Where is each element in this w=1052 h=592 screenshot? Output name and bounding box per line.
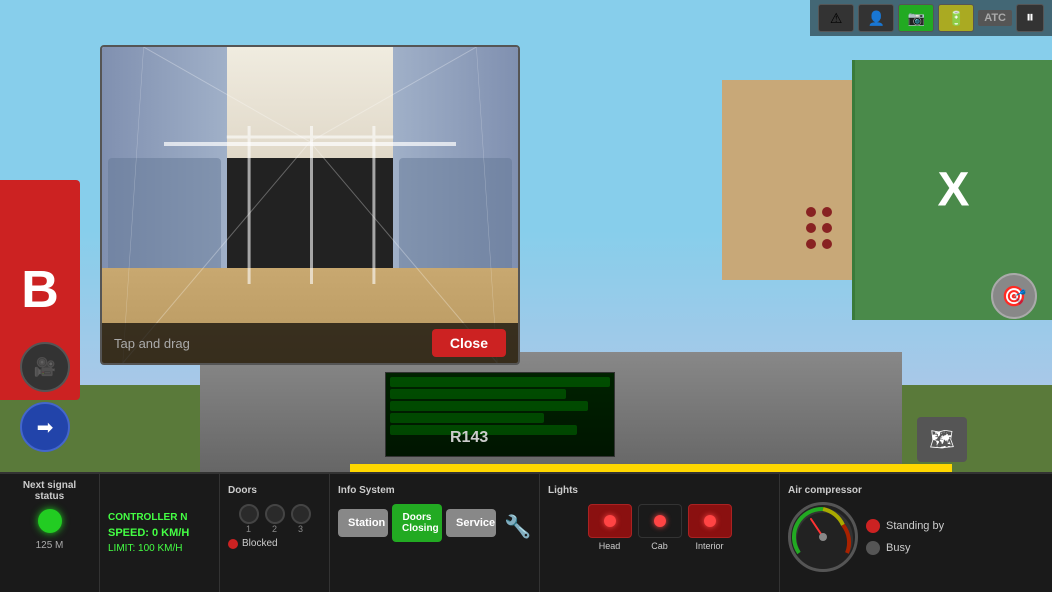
gauge-circle <box>788 502 858 572</box>
air-compressor-section: Air compressor <box>780 474 1052 592</box>
map-button[interactable]: 🗺 <box>917 417 967 462</box>
cab-light-label: Cab <box>651 541 668 551</box>
cab-light-control: Cab <box>638 504 682 551</box>
screen-content <box>386 373 614 456</box>
signal-green-light <box>38 509 62 533</box>
door-1: 1 <box>239 504 259 534</box>
head-light-label: Head <box>599 541 621 551</box>
top-bar: ⚠ 👤 📷 🔋 ATC ⏸ <box>810 0 1052 36</box>
air-compressor-title: Air compressor <box>788 485 862 496</box>
left-panel-label: B <box>21 260 59 320</box>
door-3: 3 <box>291 504 311 534</box>
door-indicators: 1 2 3 <box>228 504 321 534</box>
standing-by-row: Standing by <box>866 519 944 533</box>
tap-drag-label: Tap and drag <box>114 336 190 351</box>
popup-bottom-bar: Tap and drag Close <box>102 323 518 363</box>
air-content: Standing by Busy <box>788 502 1044 572</box>
service-button[interactable]: Service <box>446 509 496 537</box>
doors-closing-button[interactable]: Doors Closing <box>392 504 442 542</box>
busy-row: Busy <box>866 541 944 555</box>
controller-label: CONTROLLER N <box>108 512 211 523</box>
controller-section: CONTROLLER N SPEED: 0 KM/H LIMIT: 100 KM… <box>100 474 220 592</box>
cab-indicator-dots <box>806 207 832 249</box>
busy-label: Busy <box>886 542 910 554</box>
standing-by-dot <box>866 519 880 533</box>
lights-controls: Head Cab Interior <box>548 504 771 551</box>
person-icon[interactable]: 👤 <box>858 4 894 32</box>
close-popup-button[interactable]: Close <box>432 329 506 357</box>
lights-title: Lights <box>548 485 578 496</box>
interior-popup: Tap and drag Close <box>100 45 520 365</box>
blocked-indicator: Blocked <box>228 538 321 549</box>
interior-light-indicator[interactable] <box>688 504 732 538</box>
bottom-panel: Next signal status 125 M CONTROLLER N SP… <box>0 472 1052 592</box>
doors-section: Doors 1 2 3 Blocked <box>220 474 330 592</box>
doors-title: Doors <box>228 485 257 496</box>
battery-icon[interactable]: 🔋 <box>938 4 974 32</box>
blocked-label: Blocked <box>242 538 278 549</box>
air-status: Standing by Busy <box>866 519 944 555</box>
cab-light-indicator[interactable] <box>638 504 682 538</box>
busy-dot <box>866 541 880 555</box>
camera-button[interactable]: 🎥 <box>20 342 70 392</box>
navigation-icon: 🎯 <box>1002 284 1027 309</box>
head-light-indicator[interactable] <box>588 504 632 538</box>
navigation-button[interactable]: 🎯 <box>991 273 1037 319</box>
standing-by-label: Standing by <box>886 520 944 532</box>
train-id: R143 <box>450 429 488 447</box>
warning-icon[interactable]: ⚠ <box>818 4 854 32</box>
yellow-safety-line <box>350 464 952 472</box>
blocked-red-dot <box>228 539 238 549</box>
speed-display: SPEED: 0 KM/H <box>108 527 211 539</box>
camera-icon-top[interactable]: 📷 <box>898 4 934 32</box>
signal-status-title: Next signal status <box>8 480 91 502</box>
wrench-icon[interactable]: 🔧 <box>500 506 531 540</box>
train-interior-view[interactable] <box>102 47 518 363</box>
limit-display: LIMIT: 100 KM/H <box>108 543 211 554</box>
pressure-gauge <box>788 502 858 572</box>
cab-info-display <box>385 372 615 457</box>
info-system-section: Info System Station Doors Closing Servic… <box>330 474 540 592</box>
handrail-poles <box>102 47 518 363</box>
interior-light-control: Interior <box>688 504 732 551</box>
signal-status-section: Next signal status 125 M <box>0 474 100 592</box>
info-system-title: Info System <box>338 485 395 496</box>
signal-distance: 125 M <box>36 540 64 551</box>
arrow-icon: ➡ <box>37 415 54 440</box>
head-light-control: Head <box>588 504 632 551</box>
door-2: 2 <box>265 504 285 534</box>
info-buttons-row: Station Doors Closing Service 🔧 <box>338 504 531 542</box>
lights-section: Lights Head Cab Interior <box>540 474 780 592</box>
arrow-button[interactable]: ➡ <box>20 402 70 452</box>
gauge-svg <box>791 505 855 569</box>
atc-badge: ATC <box>978 10 1012 26</box>
station-button[interactable]: Station <box>338 509 388 537</box>
interior-light-label: Interior <box>695 541 723 551</box>
pause-button[interactable]: ⏸ <box>1016 4 1044 32</box>
camera-icon: 🎥 <box>34 357 56 378</box>
